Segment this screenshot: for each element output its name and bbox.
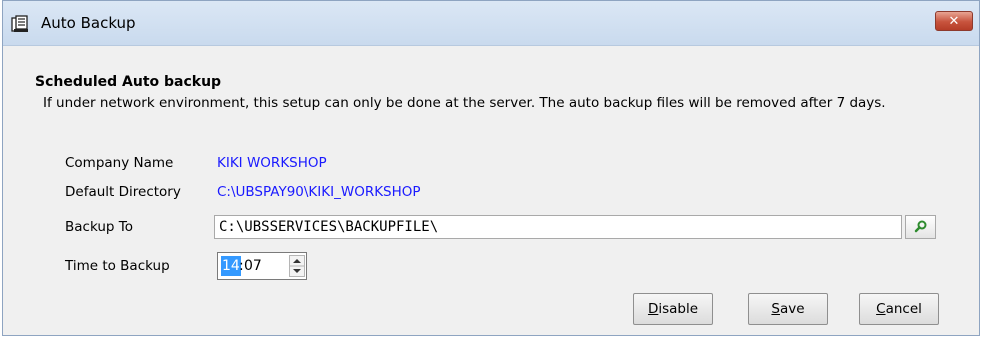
close-icon: ✕ bbox=[948, 14, 960, 29]
time-spinner[interactable] bbox=[289, 255, 305, 277]
backup-server-icon bbox=[11, 15, 28, 32]
backup-to-label: Backup To bbox=[65, 219, 133, 235]
cancel-button[interactable]: Cancel bbox=[859, 293, 939, 325]
browse-button[interactable] bbox=[905, 215, 936, 239]
search-icon bbox=[914, 220, 927, 233]
disable-button[interactable]: Disable bbox=[633, 293, 713, 325]
time-to-backup-label: Time to Backup bbox=[65, 258, 170, 274]
time-picker[interactable]: 14 : 07 bbox=[217, 252, 307, 280]
company-name-value: KIKI WORKSHOP bbox=[217, 155, 327, 171]
save-button-mnemonic: S bbox=[771, 301, 780, 317]
time-separator: : bbox=[239, 258, 244, 274]
section-description: If under network environment, this setup… bbox=[43, 95, 886, 111]
disable-button-mnemonic: D bbox=[647, 301, 659, 317]
default-directory-label: Default Directory bbox=[65, 184, 181, 200]
default-directory-value: C:\UBSPAY90\KIKI_WORKSHOP bbox=[217, 184, 421, 200]
cancel-button-mnemonic: C bbox=[876, 301, 886, 317]
time-hours[interactable]: 14 bbox=[221, 256, 241, 276]
cancel-button-label: ancel bbox=[885, 301, 922, 317]
title-bar[interactable]: Auto Backup ✕ bbox=[3, 1, 979, 46]
save-button[interactable]: Save bbox=[748, 293, 828, 325]
section-heading: Scheduled Auto backup bbox=[35, 74, 222, 90]
close-button[interactable]: ✕ bbox=[935, 11, 973, 31]
backup-to-input[interactable]: C:\UBSSERVICES\BACKUPFILE\ bbox=[214, 215, 902, 239]
disable-button-label: isable bbox=[658, 301, 699, 317]
window-title: Auto Backup bbox=[41, 14, 136, 32]
time-minutes[interactable]: 07 bbox=[244, 256, 262, 276]
company-name-label: Company Name bbox=[65, 155, 174, 171]
save-button-label: ave bbox=[780, 301, 805, 317]
auto-backup-dialog: Auto Backup ✕ Scheduled Auto backup If u… bbox=[2, 0, 980, 336]
